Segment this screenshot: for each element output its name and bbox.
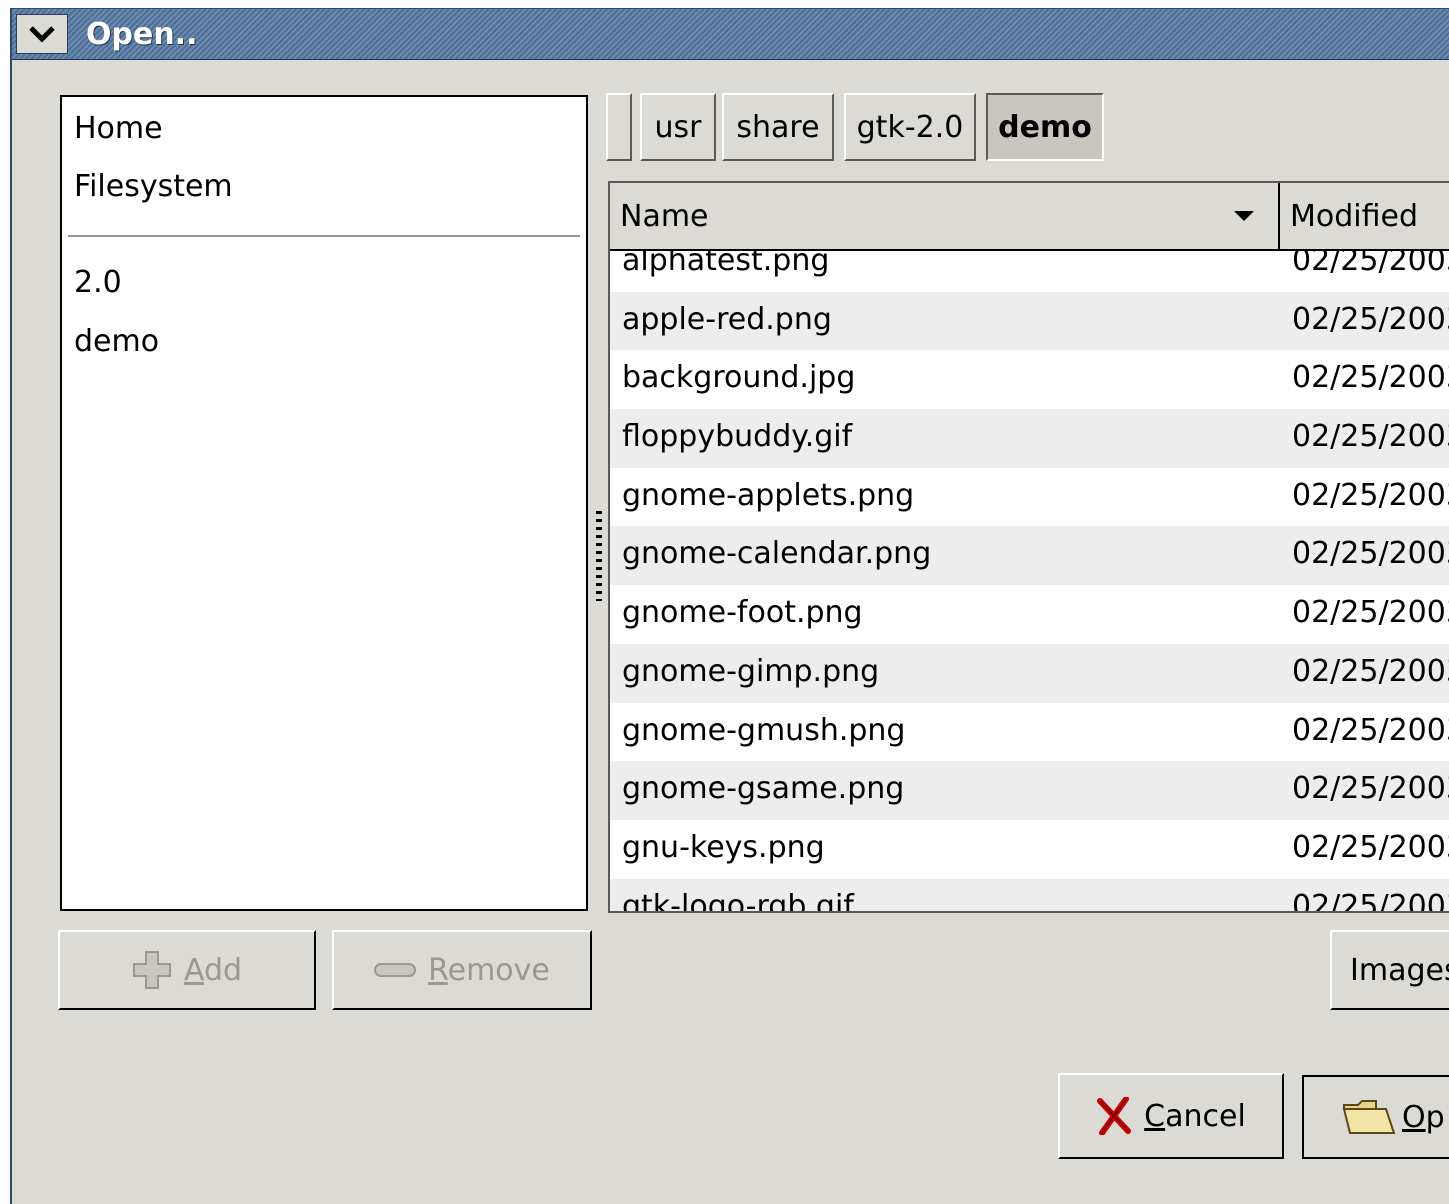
window-menu-button[interactable] [16, 14, 68, 54]
path-button-share[interactable]: share [722, 93, 834, 161]
table-row[interactable]: gnome-calendar.png 02/25/2003 [610, 526, 1449, 586]
file-type-filter-label: Images [1350, 952, 1449, 988]
table-row[interactable]: gnome-gsame.png 02/25/2003 [610, 761, 1449, 820]
file-list-body: alphatest.png 02/25/2003 apple-red.png 02/2… [610, 251, 1449, 911]
table-row[interactable]: alphatest.png 02/25/2003 [610, 251, 1449, 292]
chevron-down-icon [29, 26, 55, 43]
file-list-header: Name Modified [610, 183, 1449, 251]
open-dialog: Open.. Home Filesystem 2.0 demo Add Remo… [10, 8, 1449, 1204]
title-bar[interactable]: Open.. [12, 9, 1449, 60]
window-title: Open.. [86, 17, 198, 52]
path-scroll-left-button[interactable] [606, 93, 632, 161]
column-header-name[interactable]: Name [620, 199, 709, 234]
sort-descending-icon [1234, 211, 1254, 221]
file-list[interactable]: Name Modified alphatest.png 02/25/2003 app… [608, 181, 1449, 913]
cancel-button[interactable]: Cancel [1058, 1073, 1284, 1159]
table-row[interactable]: gnome-gmush.png 02/25/2003 [610, 703, 1449, 762]
file-name-cell: gnome-foot.png [622, 595, 863, 631]
add-mnemonic: A [183, 952, 204, 988]
folder-open-icon [1342, 1097, 1396, 1137]
file-modified-cell: 02/25/2003 [1292, 595, 1449, 631]
table-row[interactable]: gnome-gimp.png 02/25/2003 [610, 643, 1449, 703]
file-rows: alphatest.png 02/25/2003 apple-red.png 02/2… [610, 251, 1449, 911]
plus-icon [132, 950, 172, 990]
file-name-cell: apple-red.png [622, 301, 832, 337]
places-item-filesystem[interactable]: Filesystem [74, 169, 233, 204]
remove-bookmark-button[interactable]: Remove [332, 930, 592, 1010]
column-header-modified[interactable]: Modified [1290, 199, 1418, 234]
file-modified-cell: 02/25/2003 [1292, 251, 1449, 278]
table-row[interactable]: gnu-keys.png 02/25/2003 [610, 820, 1449, 879]
pane-resize-handle[interactable] [596, 511, 602, 601]
file-modified-cell: 02/25/2003 [1292, 888, 1449, 911]
bookmark-item-demo[interactable]: demo [74, 324, 159, 359]
add-bookmark-button[interactable]: Add [58, 930, 316, 1010]
file-name-cell: gnu-keys.png [622, 829, 825, 865]
file-name-cell: alphatest.png [622, 251, 830, 278]
file-modified-cell: 02/25/2003 [1292, 771, 1449, 807]
file-modified-cell: 02/25/2003 [1292, 712, 1449, 748]
places-list[interactable]: Home Filesystem 2.0 demo [60, 95, 588, 911]
file-name-cell: gnome-gsame.png [622, 771, 905, 807]
cancel-label: ancel [1165, 1098, 1246, 1134]
file-modified-cell: 02/25/2003 [1292, 653, 1449, 689]
open-label: p [1425, 1099, 1445, 1135]
path-button-usr[interactable]: usr [640, 93, 716, 161]
bookmark-item-2-0[interactable]: 2.0 [74, 265, 122, 300]
file-modified-cell: 02/25/2003 [1292, 829, 1449, 865]
file-name-cell: floppybuddy.gif [622, 419, 853, 455]
file-modified-cell: 02/25/2003 [1292, 536, 1449, 572]
file-name-cell: gnome-applets.png [622, 477, 915, 513]
file-name-cell: background.jpg [622, 360, 856, 396]
table-row[interactable]: floppybuddy.gif 02/25/2003 [610, 409, 1449, 468]
column-separator[interactable] [1278, 183, 1280, 251]
file-name-cell: gtk-logo-rgb.gif [622, 888, 854, 911]
file-type-filter-combo[interactable]: Images [1330, 930, 1449, 1010]
minus-icon [374, 962, 417, 978]
table-row[interactable]: apple-red.png 02/25/2003 [610, 291, 1449, 351]
table-row[interactable]: gtk-logo-rgb.gif 02/25/2003 [610, 878, 1449, 911]
table-row[interactable]: background.jpg 02/25/2003 [610, 350, 1449, 409]
remove-label: emove [447, 952, 550, 988]
file-name-cell: gnome-calendar.png [622, 536, 932, 572]
table-row[interactable]: gnome-foot.png 02/25/2003 [610, 585, 1449, 644]
remove-mnemonic: R [428, 952, 448, 988]
file-modified-cell: 02/25/2003 [1292, 360, 1449, 396]
open-button[interactable]: Op [1302, 1075, 1449, 1159]
file-name-cell: gnome-gimp.png [622, 653, 880, 689]
add-label: dd [203, 952, 243, 988]
path-button-gtk-2-0[interactable]: gtk-2.0 [844, 93, 976, 161]
file-modified-cell: 02/25/2003 [1292, 419, 1449, 455]
file-name-cell: gnome-gmush.png [622, 712, 906, 748]
table-row[interactable]: gnome-applets.png 02/25/2003 [610, 468, 1449, 527]
places-separator [68, 235, 580, 237]
cancel-mnemonic: C [1144, 1098, 1166, 1134]
open-mnemonic: O [1402, 1099, 1426, 1135]
cancel-x-icon [1096, 1097, 1132, 1135]
file-modified-cell: 02/25/2003 [1292, 301, 1449, 337]
path-button-demo[interactable]: demo [986, 93, 1104, 161]
file-modified-cell: 02/25/2003 [1292, 477, 1449, 513]
places-item-home[interactable]: Home [74, 111, 163, 146]
